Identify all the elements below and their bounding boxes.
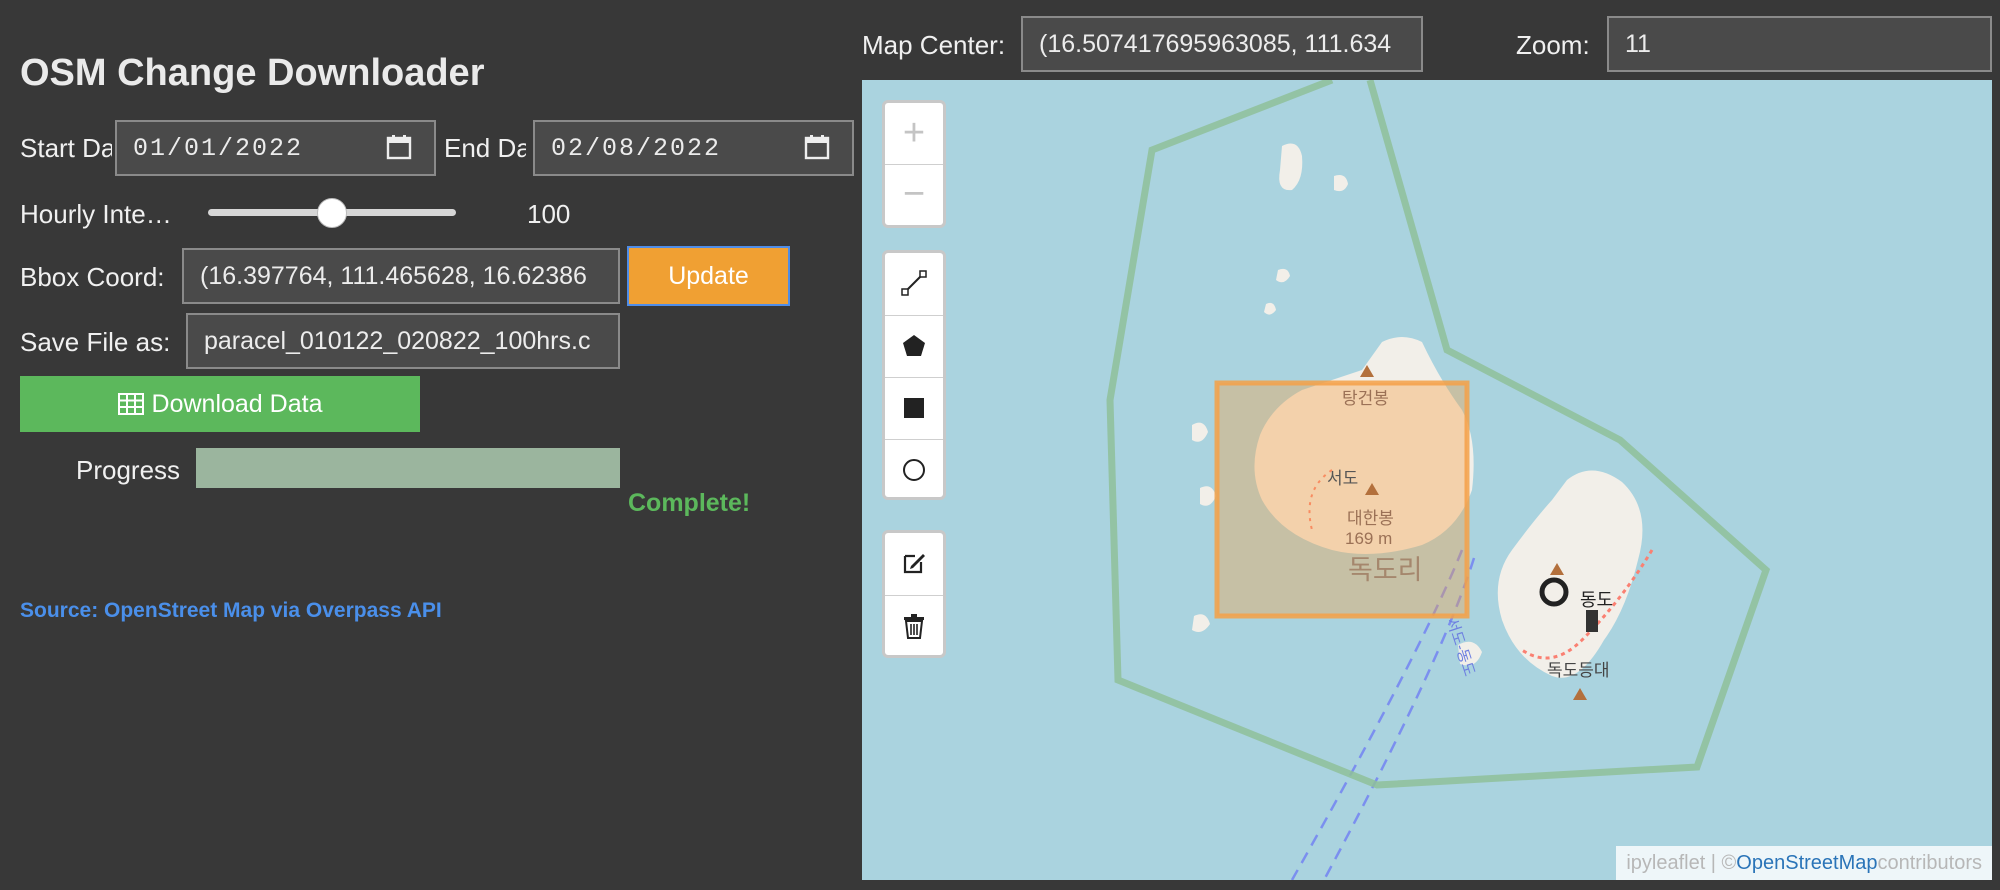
delete-layers-button[interactable]: [885, 595, 943, 655]
map-tiles[interactable]: [862, 80, 1992, 880]
edit-toolbar: [882, 530, 946, 658]
islet-small: [1264, 302, 1276, 315]
islet-small: [1334, 175, 1348, 192]
islet-small: [1192, 422, 1208, 442]
slider-handle[interactable]: [317, 198, 347, 228]
trash-icon: [904, 613, 924, 639]
bbox-label: Bbox Coord:: [20, 262, 165, 292]
lighthouse-building: [1586, 610, 1598, 632]
map-label-peak2: 대한봉: [1347, 509, 1394, 528]
progress-label: Progress: [76, 455, 181, 485]
download-data-button[interactable]: Download Data: [20, 376, 420, 432]
attribution-prefix: ipyleaflet | ©: [1626, 851, 1737, 874]
map-label-west-island: 서도: [1327, 469, 1359, 488]
progress-status: Complete!: [628, 489, 751, 517]
zoom-label: Zoom:: [1516, 30, 1590, 60]
source-text: Source: OpenStreet Map via Overpass API: [20, 599, 442, 622]
map-center-input[interactable]: (16.507417695963085, 111.634: [1021, 16, 1423, 72]
zoom-value: 11: [1625, 29, 1651, 58]
bbox-rectangle[interactable]: [1214, 380, 1470, 619]
update-button-label: Update: [668, 261, 749, 290]
east-island: [1497, 470, 1643, 678]
progress-fill: [196, 448, 620, 488]
map-label-lighthouse: 독도등대: [1547, 661, 1610, 680]
polygon-icon: [903, 334, 925, 356]
zoom-input[interactable]: 11: [1607, 16, 1992, 72]
peak-marker: [1573, 688, 1587, 700]
hourly-interval-value: 100: [527, 199, 571, 229]
islet-small: [1192, 614, 1210, 632]
edit-layers-button[interactable]: [885, 533, 943, 593]
map-attribution: ipyleaflet | © OpenStreetMap contributor…: [1616, 846, 1992, 880]
map-view[interactable]: 탕건봉 서도 대한봉 169 m 독도리 동도 독도등대 서도-동도 + − i…: [862, 80, 1992, 880]
save-file-input[interactable]: paracel_010122_020822_100hrs.c: [186, 313, 620, 369]
end-date-label: End Da: [444, 133, 526, 163]
zoom-control: + −: [882, 100, 946, 228]
start-date-label: Start Da: [20, 133, 112, 163]
edit-icon: [903, 554, 925, 574]
attribution-suffix: contributors: [1877, 851, 1983, 874]
draw-toolbar: [882, 250, 946, 500]
islet-small: [1276, 268, 1290, 283]
map-label-village: 독도리: [1348, 555, 1423, 585]
zoom-out-button[interactable]: −: [885, 164, 943, 224]
end-date-field[interactable]: 02/08/2022: [533, 120, 854, 176]
update-button[interactable]: Update: [627, 246, 790, 306]
circle-icon: [903, 458, 925, 481]
islet-north: [1279, 143, 1303, 191]
hourly-interval-slider[interactable]: [208, 198, 456, 228]
map-label-peak1: 탕건봉: [1342, 389, 1389, 408]
bbox-value: (16.397764, 111.465628, 16.62386: [200, 261, 587, 290]
map-center-value: (16.507417695963085, 111.634: [1039, 29, 1392, 58]
save-file-label: Save File as:: [20, 327, 171, 357]
table-icon: [117, 393, 144, 415]
calendar-icon[interactable]: [804, 134, 830, 160]
osm-link[interactable]: OpenStreetMap: [1736, 852, 1877, 875]
download-button-label: Download Data: [151, 389, 323, 418]
polyline-icon: [901, 270, 927, 296]
rectangle-icon: [904, 397, 924, 418]
draw-polyline-button[interactable]: [885, 253, 943, 313]
map-center-label: Map Center:: [862, 30, 1006, 60]
start-date-value: 01/01/2022: [133, 133, 304, 163]
islet-small: [1200, 486, 1216, 506]
bbox-input[interactable]: (16.397764, 111.465628, 16.62386: [182, 248, 620, 304]
progress-bar: [196, 448, 620, 488]
draw-circle-button[interactable]: [885, 439, 943, 499]
draw-rectangle-button[interactable]: [885, 377, 943, 437]
hourly-interval-label: Hourly Inte…: [20, 199, 172, 229]
end-date-value: 02/08/2022: [551, 133, 722, 163]
page-title: OSM Change Downloader: [20, 52, 485, 94]
save-file-value: paracel_010122_020822_100hrs.c: [204, 326, 591, 355]
calendar-icon[interactable]: [386, 134, 412, 160]
map-label-elevation: 169 m: [1345, 529, 1393, 548]
map-label-east-island: 동도: [1580, 590, 1614, 610]
draw-polygon-button[interactable]: [885, 315, 943, 375]
zoom-in-button[interactable]: +: [885, 103, 943, 163]
start-date-field[interactable]: 01/01/2022: [115, 120, 436, 176]
